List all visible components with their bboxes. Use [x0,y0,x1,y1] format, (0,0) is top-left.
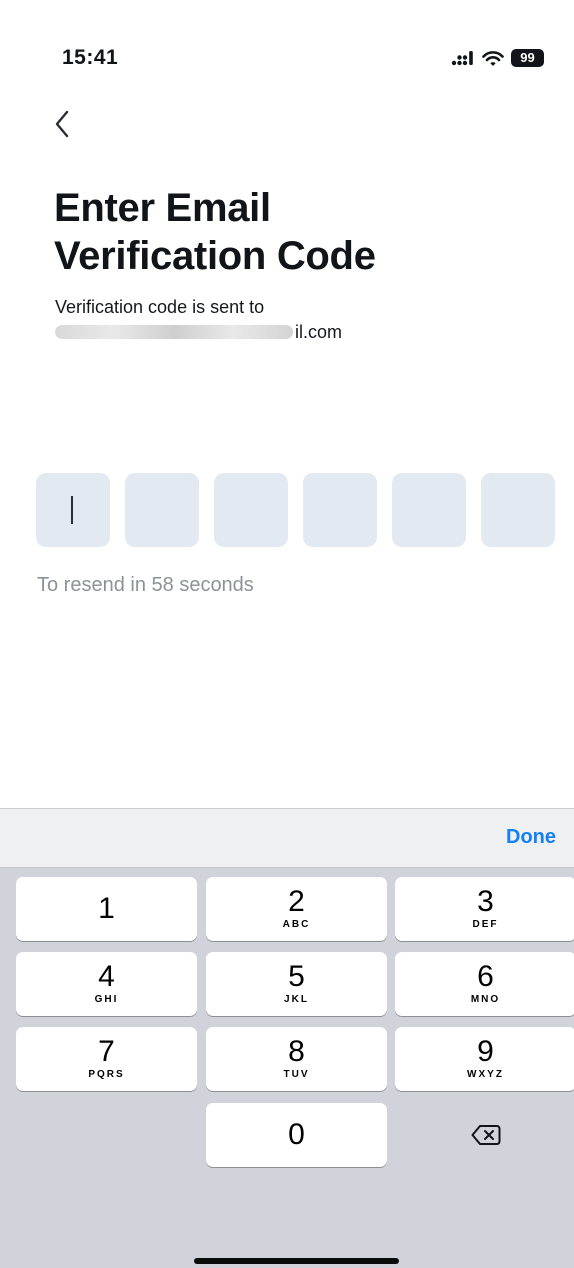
home-indicator[interactable] [194,1258,399,1264]
key-letters: TUV [283,1069,310,1080]
code-digit-box-2[interactable] [125,473,199,547]
text-cursor [71,496,73,524]
key-digit: 7 [98,1035,115,1068]
key-4[interactable]: 4 GHI [16,952,197,1016]
resend-countdown: To resend in 58 seconds [37,574,254,596]
key-digit: 1 [98,892,115,925]
key-letters: JKL [284,994,309,1005]
key-0[interactable]: 0 [206,1103,387,1167]
code-digit-box-5[interactable] [392,473,466,547]
done-button[interactable]: Done [506,826,556,849]
key-letters: DEF [472,919,499,930]
key-letters: WXYZ [467,1069,504,1080]
code-digit-box-1[interactable] [36,473,110,547]
chevron-left-icon [55,110,69,138]
key-digit: 0 [288,1118,305,1151]
key-9[interactable]: 9 WXYZ [395,1027,574,1091]
key-digit: 5 [288,960,305,993]
key-digit: 2 [288,885,305,918]
key-letters: PQRS [88,1069,125,1080]
page-title-line-2: Verification Code [54,234,376,278]
delete-key[interactable] [395,1103,574,1167]
key-6[interactable]: 6 MNO [395,952,574,1016]
keyboard-accessory-bar: Done [0,808,574,868]
key-letters: GHI [94,994,119,1005]
numeric-keyboard: Done 1 2 ABC 3 DEF 4 GHI 5 JKL 6 MNO 7 P… [0,808,574,1268]
status-icons: 99 [451,48,544,68]
key-2[interactable]: 2 ABC [206,877,387,941]
status-bar: 15:41 99 [0,0,574,100]
key-8[interactable]: 8 TUV [206,1027,387,1091]
page-title: Enter Email Verification Code [54,184,534,280]
wifi-icon [482,50,504,67]
verification-code-input [36,473,555,547]
email-suffix: il.com [295,322,343,342]
code-digit-box-3[interactable] [214,473,288,547]
key-1[interactable]: 1 [16,877,197,941]
key-letters: ABC [282,919,311,930]
key-letters: MNO [470,994,501,1005]
key-digit: 3 [477,885,494,918]
battery-icon: 99 [511,49,544,67]
key-digit: 6 [477,960,494,993]
back-button[interactable] [44,104,80,144]
email-redacted-mask [55,325,293,339]
email-address: il.com [55,320,342,344]
key-3[interactable]: 3 DEF [395,877,574,941]
key-7[interactable]: 7 PQRS [16,1027,197,1091]
cellular-signal-icon [451,50,475,66]
backspace-icon [471,1125,500,1145]
key-5[interactable]: 5 JKL [206,952,387,1016]
key-digit: 4 [98,960,115,993]
key-digit: 8 [288,1035,305,1068]
status-time: 15:41 [62,46,119,69]
subtitle: Verification code is sent to [55,297,265,317]
code-digit-box-4[interactable] [303,473,377,547]
code-digit-box-6[interactable] [481,473,555,547]
key-digit: 9 [477,1035,494,1068]
page-title-line-1: Enter Email [54,186,271,230]
